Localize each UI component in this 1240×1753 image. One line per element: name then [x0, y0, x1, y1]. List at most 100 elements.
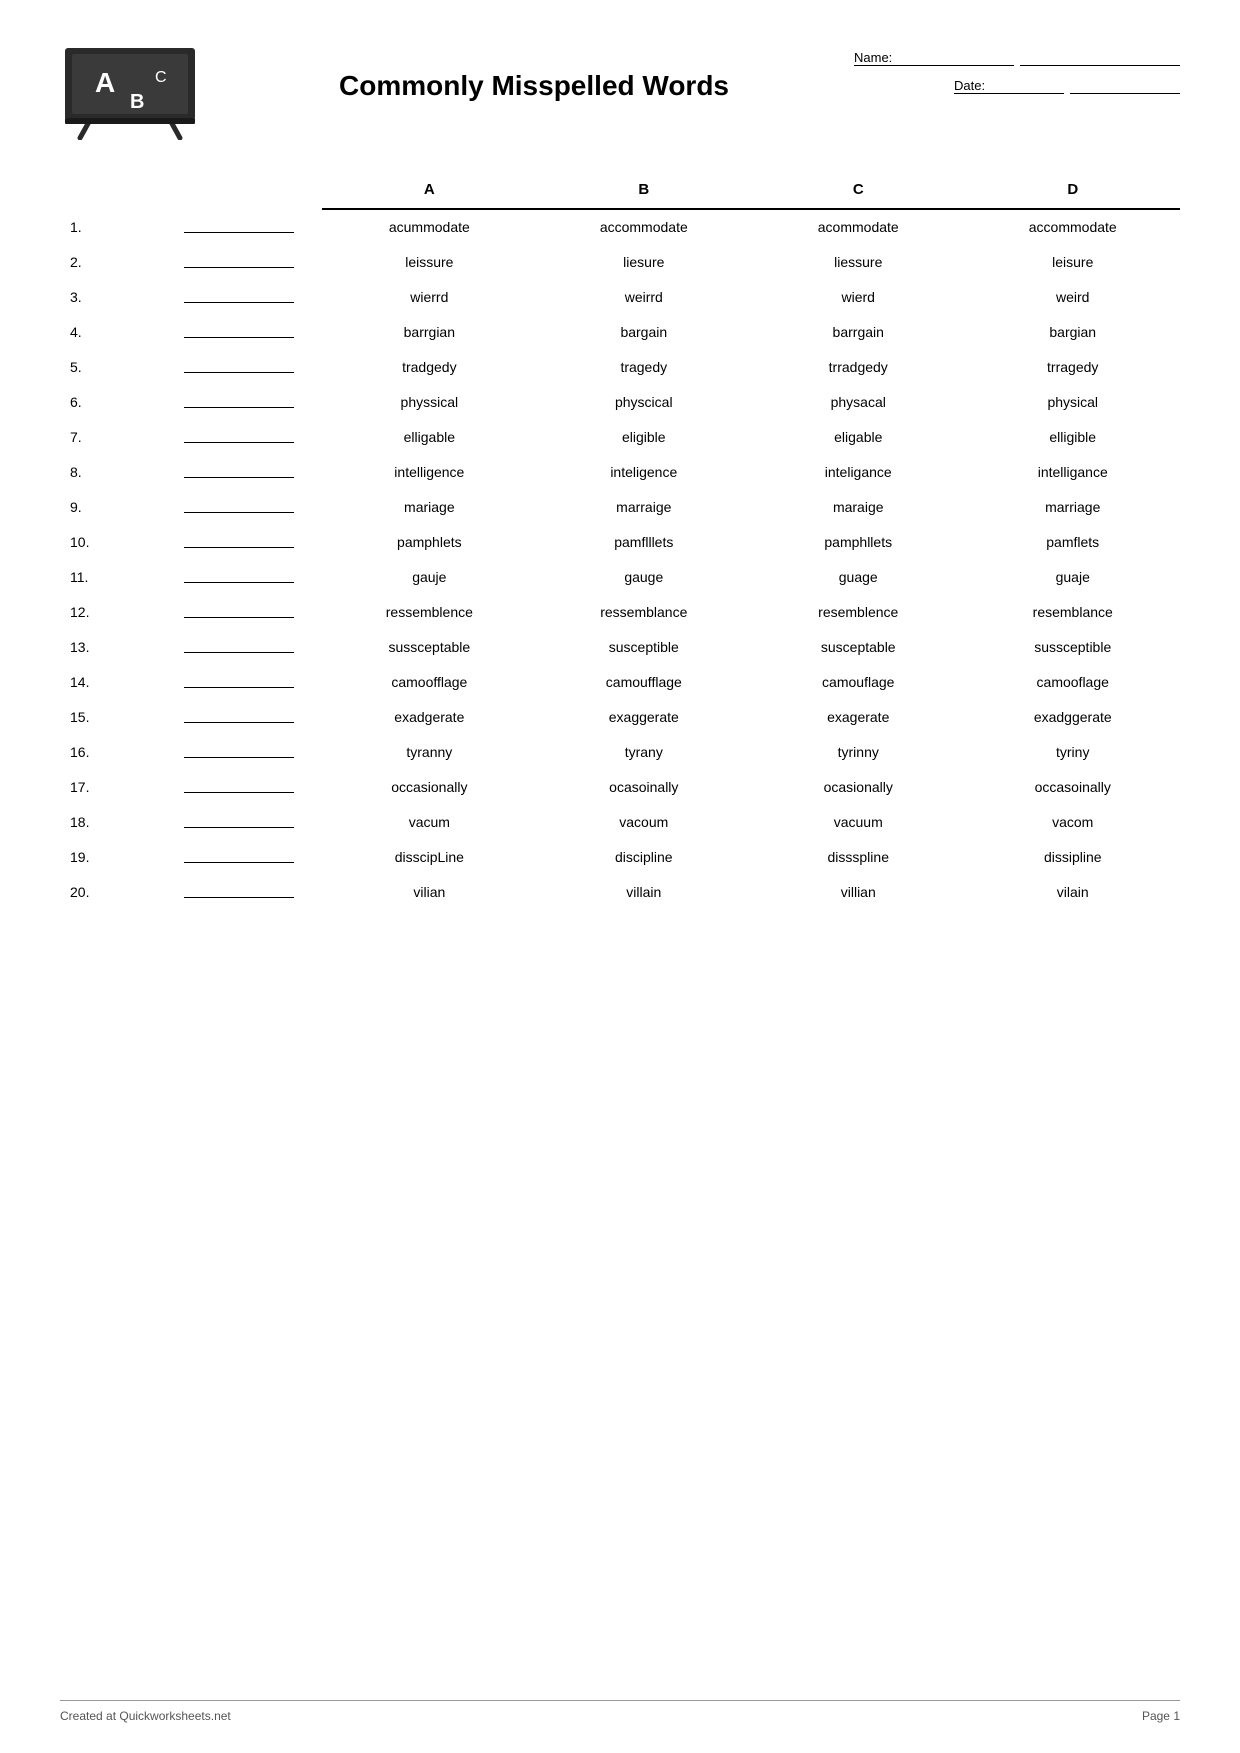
table-row: 17.occasionallyocasoinallyocasionallyocc…	[60, 769, 1180, 804]
table-row: 9.mariagemarraigemaraigemarriage	[60, 489, 1180, 524]
cell-col-a: gauje	[322, 559, 536, 594]
answer-cell[interactable]	[155, 209, 322, 244]
col-header-c: C	[751, 175, 965, 209]
answer-cell[interactable]	[155, 804, 322, 839]
answer-blank[interactable]	[184, 742, 294, 758]
answer-cell[interactable]	[155, 454, 322, 489]
answer-blank[interactable]	[184, 882, 294, 898]
cell-col-a: intelligence	[322, 454, 536, 489]
row-number: 7.	[60, 419, 155, 454]
name-blank[interactable]	[1020, 50, 1180, 66]
answer-cell[interactable]	[155, 629, 322, 664]
table-row: 2.leissureliesureliessureleisure	[60, 244, 1180, 279]
answer-blank[interactable]	[184, 392, 294, 408]
worksheet-table: A B C D 1.acummodateaccommodateacommodat…	[60, 175, 1180, 909]
cell-col-c: exagerate	[751, 699, 965, 734]
answer-blank[interactable]	[184, 497, 294, 513]
cell-col-d: tyriny	[965, 734, 1180, 769]
cell-col-c: camouflage	[751, 664, 965, 699]
row-number: 14.	[60, 664, 155, 699]
answer-blank[interactable]	[184, 322, 294, 338]
cell-col-c: guage	[751, 559, 965, 594]
answer-blank[interactable]	[184, 707, 294, 723]
cell-col-d: vilain	[965, 874, 1180, 909]
answer-blank[interactable]	[184, 777, 294, 793]
answer-cell[interactable]	[155, 314, 322, 349]
cell-col-d: vacom	[965, 804, 1180, 839]
answer-blank[interactable]	[184, 287, 294, 303]
answer-cell[interactable]	[155, 419, 322, 454]
cell-col-b: liesure	[537, 244, 751, 279]
answer-cell[interactable]	[155, 699, 322, 734]
answer-cell[interactable]	[155, 349, 322, 384]
cell-col-c: acommodate	[751, 209, 965, 244]
cell-col-b: eligible	[537, 419, 751, 454]
cell-col-a: barrgian	[322, 314, 536, 349]
cell-col-b: discipline	[537, 839, 751, 874]
answer-blank[interactable]	[184, 252, 294, 268]
cell-col-d: trragedy	[965, 349, 1180, 384]
cell-col-c: vacuum	[751, 804, 965, 839]
cell-col-d: guaje	[965, 559, 1180, 594]
row-number: 6.	[60, 384, 155, 419]
cell-col-b: marraige	[537, 489, 751, 524]
answer-cell[interactable]	[155, 279, 322, 314]
cell-col-b: villain	[537, 874, 751, 909]
answer-cell[interactable]	[155, 769, 322, 804]
row-number: 19.	[60, 839, 155, 874]
table-row: 7.elligableeligibleeligableelligible	[60, 419, 1180, 454]
chalkboard-icon: A B C	[60, 40, 200, 140]
answer-blank[interactable]	[184, 357, 294, 373]
answer-cell[interactable]	[155, 839, 322, 874]
cell-col-d: bargian	[965, 314, 1180, 349]
answer-cell[interactable]	[155, 489, 322, 524]
page: A B C Commonly Misspelled Words Name: Da…	[0, 0, 1240, 1753]
answer-cell[interactable]	[155, 664, 322, 699]
row-number: 13.	[60, 629, 155, 664]
row-number: 3.	[60, 279, 155, 314]
cell-col-a: vacum	[322, 804, 536, 839]
cell-col-a: physsical	[322, 384, 536, 419]
date-blank[interactable]	[1070, 78, 1180, 94]
cell-col-c: trradgedy	[751, 349, 965, 384]
cell-col-c: physacal	[751, 384, 965, 419]
cell-col-c: eligable	[751, 419, 965, 454]
answer-cell[interactable]	[155, 874, 322, 909]
cell-col-a: elligable	[322, 419, 536, 454]
logo-area: A B C	[60, 40, 220, 145]
cell-col-a: pamphlets	[322, 524, 536, 559]
table-row: 3.wierrdweirrdwierdweird	[60, 279, 1180, 314]
answer-blank[interactable]	[184, 427, 294, 443]
answer-blank[interactable]	[184, 532, 294, 548]
col-header-d: D	[965, 175, 1180, 209]
answer-cell[interactable]	[155, 559, 322, 594]
main-title: Commonly Misspelled Words	[220, 70, 848, 102]
answer-cell[interactable]	[155, 734, 322, 769]
answer-blank[interactable]	[184, 602, 294, 618]
cell-col-c: maraige	[751, 489, 965, 524]
cell-col-c: tyrinny	[751, 734, 965, 769]
answer-cell[interactable]	[155, 594, 322, 629]
answer-blank[interactable]	[184, 672, 294, 688]
answer-cell[interactable]	[155, 384, 322, 419]
answer-blank[interactable]	[184, 217, 294, 233]
answer-blank[interactable]	[184, 847, 294, 863]
answer-blank[interactable]	[184, 567, 294, 583]
answer-blank[interactable]	[184, 462, 294, 478]
cell-col-c: barrgain	[751, 314, 965, 349]
table-row: 14.camoofflagecamoufflagecamouflagecamoo…	[60, 664, 1180, 699]
cell-col-d: physical	[965, 384, 1180, 419]
cell-col-d: resemblance	[965, 594, 1180, 629]
answer-cell[interactable]	[155, 244, 322, 279]
cell-col-a: camoofflage	[322, 664, 536, 699]
answer-blank[interactable]	[184, 812, 294, 828]
col-header-answer	[155, 175, 322, 209]
row-number: 5.	[60, 349, 155, 384]
cell-col-b: bargain	[537, 314, 751, 349]
header-area: A B C Commonly Misspelled Words Name: Da…	[60, 40, 1180, 145]
cell-col-a: sussceptable	[322, 629, 536, 664]
cell-col-b: tyrany	[537, 734, 751, 769]
answer-blank[interactable]	[184, 637, 294, 653]
title-area: Commonly Misspelled Words	[220, 40, 848, 102]
answer-cell[interactable]	[155, 524, 322, 559]
